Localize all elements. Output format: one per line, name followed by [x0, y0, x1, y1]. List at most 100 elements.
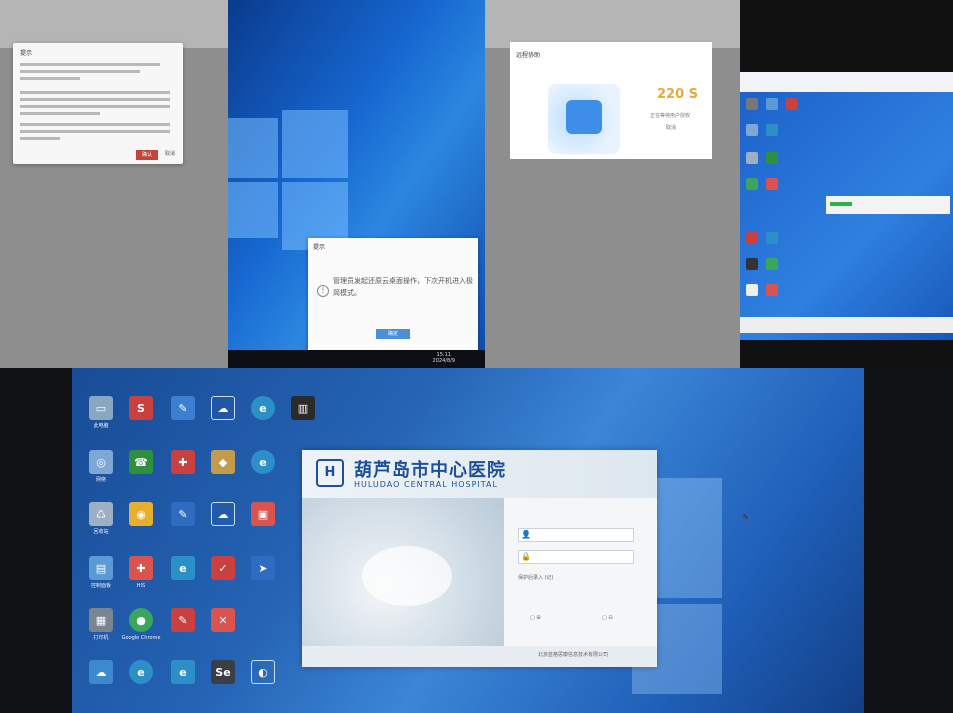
desktop-icon[interactable]	[766, 232, 778, 244]
small-desktop-screen	[740, 72, 953, 340]
app-red-icon: S	[129, 396, 153, 420]
pen-icon: ✎	[171, 608, 195, 632]
dialog-text-line	[20, 91, 170, 94]
remember-checkbox[interactable]: 保护后录入 (记)	[518, 574, 554, 581]
desktop-icon[interactable]	[746, 284, 758, 296]
app-icon: ▥	[291, 396, 315, 420]
waiting-text: 正在等待用户授权	[650, 113, 691, 119]
login-form: ⬉ 👤 🔒 保护后录入 (记) ▢ ⊞ ▢ ⊟	[504, 498, 749, 646]
control-panel-icon: ▤	[89, 556, 113, 580]
pen-icon: ✎	[171, 502, 195, 526]
desktop-icon[interactable]	[766, 284, 778, 296]
confirm-button[interactable]: 确认	[136, 150, 158, 160]
desktop-icon[interactable]	[766, 98, 778, 110]
username-input[interactable]: 👤	[518, 528, 634, 542]
dialog-title: 远程协助	[516, 52, 541, 59]
remote-screen-illustration	[548, 84, 620, 154]
taskbar-clock[interactable]: 15:11 2024/8/9	[433, 352, 455, 364]
dialog-text-line	[20, 130, 170, 133]
pen-icon: ✎	[171, 396, 195, 420]
check-icon: ✓	[211, 556, 235, 580]
desktop-icon-label: 网络	[95, 477, 106, 483]
desktop-icon[interactable]	[746, 98, 758, 110]
monitor-photo-panel	[740, 0, 953, 368]
countdown-timer: 220 S	[657, 87, 699, 102]
hospital-login-window: H 葫芦岛市中心医院 HULUDAO CENTRAL HOSPITAL ⬉ 👤 …	[302, 450, 749, 667]
lock-icon: 🔒	[521, 552, 531, 561]
dialog-text-line	[20, 112, 100, 115]
desktop-icon[interactable]	[766, 152, 778, 164]
desktop-icon[interactable]: ▥	[278, 396, 328, 420]
desktop-icon-label: Google Chrome	[121, 635, 161, 641]
dialog-text-line	[20, 98, 170, 101]
desktop-icon[interactable]: ◐	[238, 660, 288, 684]
password-input[interactable]: 🔒	[518, 550, 634, 564]
clock-date: 2024/8/9	[432, 358, 455, 364]
desktop-icon[interactable]	[746, 152, 758, 164]
mouse-cursor-icon: ⬉	[742, 512, 749, 521]
printer-icon: ▦	[89, 608, 113, 632]
remote-assist-panel: 远程协助 220 S 正在等待用户授权 取消	[485, 0, 740, 368]
cancel-link[interactable]: 取消	[666, 124, 676, 131]
computer-icon: ▭	[89, 396, 113, 420]
edge-icon: e	[129, 660, 153, 684]
chrome-icon: ◉	[129, 502, 153, 526]
edge-icon: e	[251, 396, 275, 420]
desktop-icon-label: 此电脑	[93, 423, 109, 429]
main-desktop-panel: ▭ 此电脑 ◎ 网络 ♺ 回收站 ▤ 控制面板 ▦ 打印机 ☁ S ☎ ◉ ✚ …	[0, 368, 953, 713]
desktop-icon-label: HIS	[136, 583, 146, 589]
desktop-icon[interactable]: ➤	[238, 556, 288, 580]
app-header: H 葫芦岛市中心医院 HULUDAO CENTRAL HOSPITAL	[302, 450, 657, 498]
desktop-icon[interactable]	[746, 232, 758, 244]
admin-top-nav	[485, 0, 740, 48]
hospital-name-cn: 葫芦岛市中心医院	[354, 460, 506, 481]
banner-image	[302, 498, 504, 646]
restore-notice-dialog: 提示 ! 管理员发起还原云桌面操作，下次开机进入极简模式。 确定	[308, 238, 478, 350]
dialog-text-line	[20, 123, 170, 126]
recycle-icon: ♺	[89, 502, 113, 526]
cloud-icon: ☁	[211, 502, 235, 526]
app-icon: ◐	[251, 660, 275, 684]
cloud-icon: ☁	[89, 660, 113, 684]
desktop-icon[interactable]	[766, 124, 778, 136]
taskbar	[740, 317, 953, 333]
network-icon: ◎	[89, 450, 113, 474]
desktop-icon[interactable]	[766, 258, 778, 270]
app-icon: ▣	[251, 502, 275, 526]
login-button[interactable]: ▢ ⊞	[530, 615, 541, 621]
admin-top-nav	[0, 0, 228, 48]
desktop-icon[interactable]	[746, 178, 758, 190]
dialog-text-line	[20, 137, 60, 140]
desktop-screen: ▭ 此电脑 ◎ 网络 ♺ 回收站 ▤ 控制面板 ▦ 打印机 ☁ S ☎ ◉ ✚ …	[72, 368, 864, 713]
dialog-text-line	[20, 70, 140, 73]
edge-icon: e	[171, 660, 195, 684]
desktop-icon[interactable]: ▣	[238, 502, 288, 526]
cloud-upload-icon: ☁	[211, 396, 235, 420]
desktop-icon[interactable]: ✕	[198, 608, 248, 632]
close-icon: ✕	[211, 608, 235, 632]
tiger-icon: ◆	[211, 450, 235, 474]
vendor-footer: 北京蓝格思康信息技术有限公司	[538, 652, 609, 658]
chrome-icon: ●	[129, 608, 153, 632]
hospital-name-en: HULUDAO CENTRAL HOSPITAL	[354, 480, 498, 489]
info-icon: !	[317, 285, 329, 297]
user-icon: 👤	[521, 530, 531, 539]
desktop-icon[interactable]	[766, 178, 778, 190]
hospital-logo-icon: H	[316, 459, 344, 487]
ok-button[interactable]: 确定	[376, 329, 410, 339]
medical-icon: ✚	[171, 450, 195, 474]
desktop-icon[interactable]: e	[238, 450, 288, 474]
phone-icon: ☎	[129, 450, 153, 474]
desktop-icon[interactable]	[746, 258, 758, 270]
dialog-title: 提示	[20, 50, 33, 57]
cancel-button[interactable]: 取消	[165, 150, 175, 157]
exit-button[interactable]: ▢ ⊟	[602, 615, 613, 621]
progress-bar	[830, 202, 852, 206]
desktop-icon-label: 回收站	[93, 529, 109, 535]
remote-assist-dialog: 远程协助 220 S 正在等待用户授权 取消	[510, 42, 712, 159]
desktop-icon[interactable]	[786, 98, 798, 110]
desktop-icon[interactable]	[746, 124, 758, 136]
dialog-title: 提示	[313, 244, 326, 251]
dialog-text-line	[20, 77, 80, 80]
se-icon: Se	[211, 660, 235, 684]
